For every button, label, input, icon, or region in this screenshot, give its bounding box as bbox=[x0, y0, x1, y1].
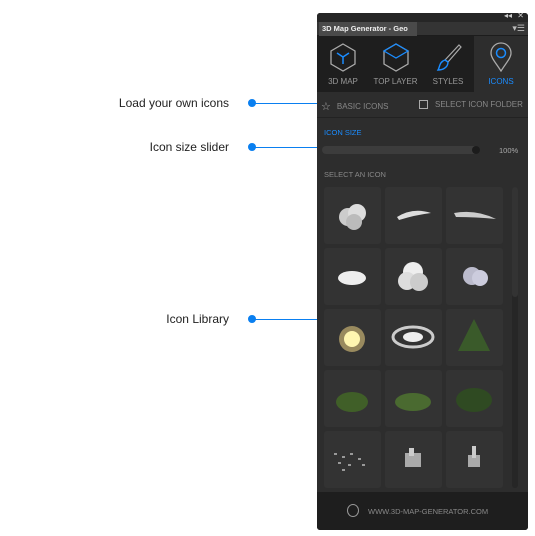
annotation-line bbox=[252, 319, 322, 320]
close-icon[interactable]: ✕ bbox=[517, 13, 524, 20]
icon-tile-forest-small[interactable] bbox=[324, 370, 381, 427]
tab-top-layer[interactable]: TOP LAYER bbox=[369, 36, 422, 92]
scrollbar-thumb[interactable] bbox=[512, 187, 518, 297]
folder-icon bbox=[419, 100, 428, 109]
forest-patch-icon bbox=[395, 393, 431, 411]
icon-tile-forest-patch[interactable] bbox=[385, 370, 442, 427]
hurricane-icon bbox=[391, 325, 435, 349]
annotation-icon-size: Icon size slider bbox=[149, 140, 229, 154]
tab-icons[interactable]: ICONS bbox=[474, 36, 528, 92]
select-icon-folder-button[interactable]: SELECT ICON FOLDER bbox=[419, 100, 523, 109]
hexagon-top-icon bbox=[382, 43, 409, 72]
icon-tile-small-cloud[interactable] bbox=[324, 248, 381, 305]
icon-tile-wind-streak-wide[interactable] bbox=[446, 187, 503, 244]
forest-small-icon bbox=[336, 392, 368, 412]
footer-link[interactable]: WWW.3D-MAP-GENERATOR.COM bbox=[317, 492, 528, 530]
brush-icon bbox=[436, 44, 462, 71]
city-block-icon bbox=[405, 448, 421, 467]
annotation-line bbox=[252, 147, 322, 148]
basic-icons-button[interactable]: ☆ BASIC ICONS bbox=[321, 100, 388, 113]
icon-tile-city-block[interactable] bbox=[385, 431, 442, 488]
wind-streak-wide-icon bbox=[454, 211, 496, 219]
icon-tile-wind-streak[interactable] bbox=[385, 187, 442, 244]
panel-menu-icon[interactable]: ▾☰ bbox=[512, 23, 525, 34]
icon-tile-forest-tall[interactable] bbox=[446, 309, 503, 366]
annotation-icon-library: Icon Library bbox=[166, 312, 229, 326]
forest-dense-icon bbox=[456, 388, 492, 412]
icon-tile-storm-cloud[interactable] bbox=[446, 248, 503, 305]
icon-tile-city-tower[interactable] bbox=[446, 431, 503, 488]
slider-knob[interactable] bbox=[472, 146, 480, 154]
plugin-panel: ◂◂ ✕ 3D Map Generator - Geo ▾☰ 3D MAP TOP… bbox=[317, 13, 528, 530]
icon-tile-cloud-cluster[interactable] bbox=[324, 187, 381, 244]
panel-title-tab[interactable]: 3D Map Generator - Geo bbox=[319, 22, 417, 36]
collapse-icon[interactable]: ◂◂ bbox=[504, 13, 512, 20]
sun-icon bbox=[339, 326, 365, 352]
select-icon-label: SELECT AN ICON bbox=[324, 170, 386, 179]
annotation-load-icons: Load your own icons bbox=[118, 96, 229, 110]
star-icon: ☆ bbox=[321, 101, 331, 113]
small-cloud-icon bbox=[338, 271, 366, 285]
hexagon-cube-icon bbox=[330, 43, 356, 72]
cloud-cluster-icon bbox=[339, 204, 366, 230]
forest-tall-icon bbox=[458, 319, 490, 351]
icon-size-slider[interactable] bbox=[322, 146, 480, 154]
icon-tile-hurricane[interactable] bbox=[385, 309, 442, 366]
globe-logo-icon bbox=[347, 504, 359, 517]
icon-tile-big-cloud[interactable] bbox=[385, 248, 442, 305]
icon-tile-village-scatter[interactable] bbox=[324, 431, 381, 488]
annotation-line bbox=[252, 103, 322, 104]
scrollbar[interactable] bbox=[512, 187, 518, 488]
icon-tile-sun[interactable] bbox=[324, 309, 381, 366]
icon-size-value: 100% bbox=[499, 146, 519, 155]
icon-tile-forest-dense[interactable] bbox=[446, 370, 503, 427]
map-pin-icon bbox=[490, 42, 512, 73]
tab-3d-map[interactable]: 3D MAP bbox=[317, 36, 369, 92]
wind-streak-icon bbox=[397, 210, 431, 220]
icon-size-label: ICON SIZE bbox=[324, 128, 362, 137]
tab-styles[interactable]: STYLES bbox=[422, 36, 474, 92]
city-tower-icon bbox=[468, 446, 480, 467]
village-scatter-icon bbox=[334, 453, 365, 471]
storm-cloud-icon bbox=[463, 267, 488, 286]
big-cloud-icon bbox=[398, 262, 428, 291]
